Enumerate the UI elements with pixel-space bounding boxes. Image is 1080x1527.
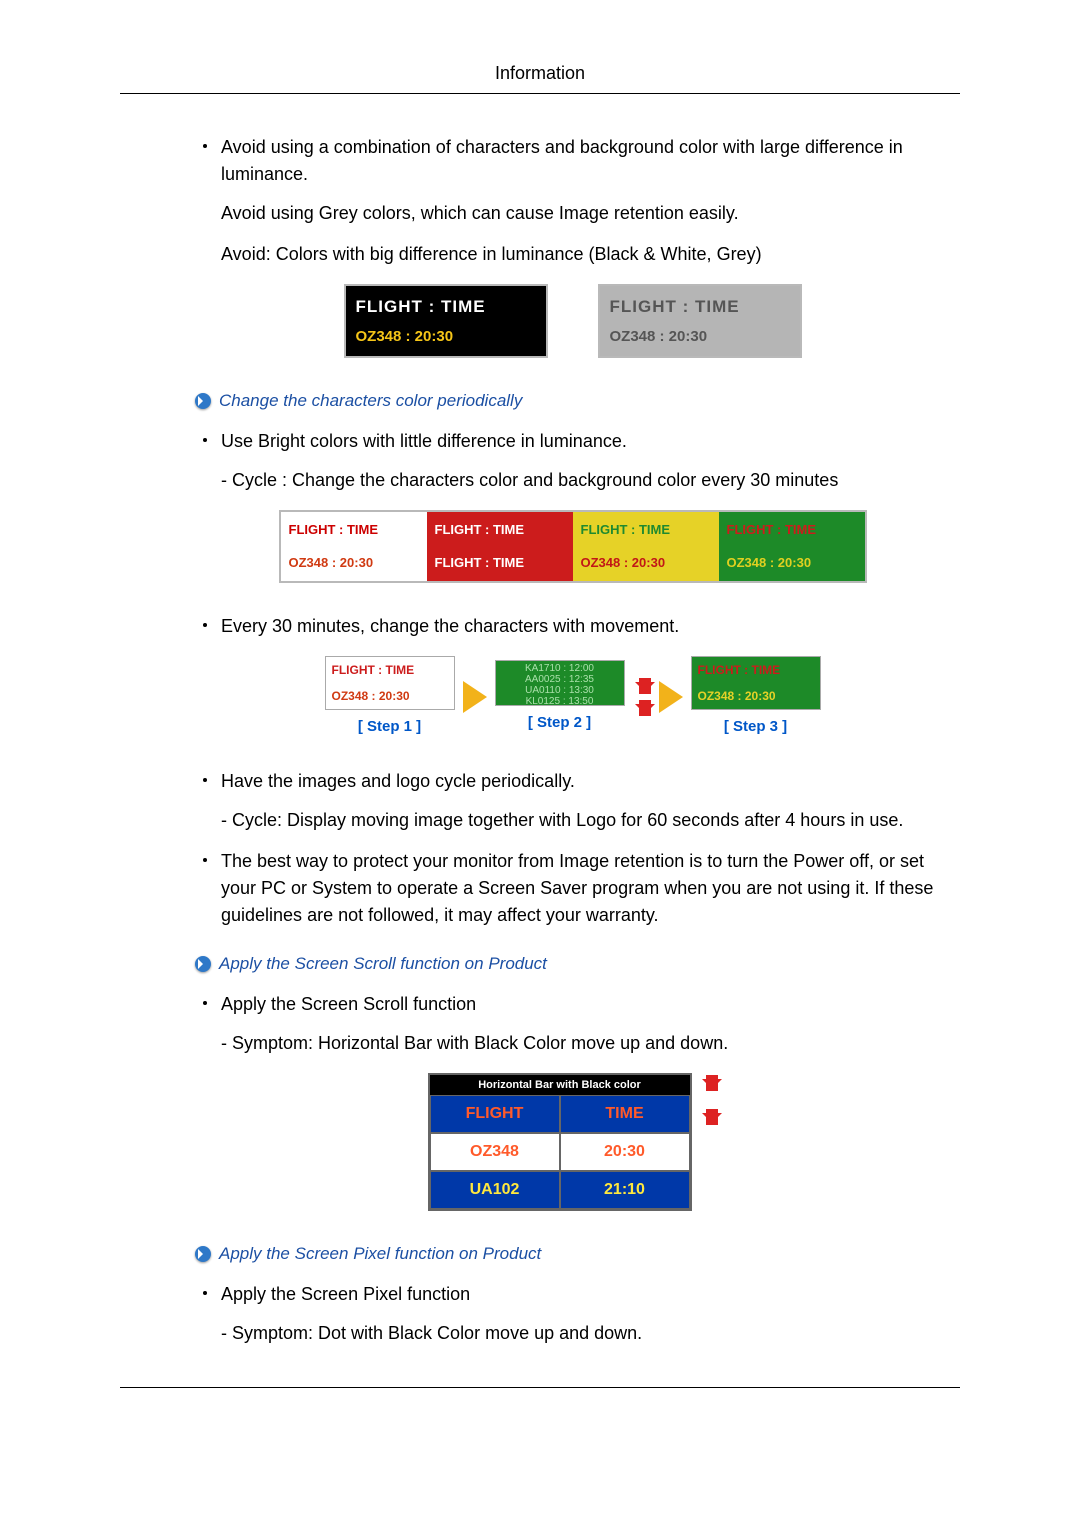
panel-dark-l2: OZ348 : 20:30	[356, 326, 536, 349]
heading-screen-scroll: Apply the Screen Scroll function on Prod…	[195, 951, 950, 977]
bullet-apply-pixel: Apply the Screen Pixel function	[195, 1281, 950, 1308]
bullet-icon	[203, 1001, 207, 1005]
arrow-icon	[195, 1246, 211, 1262]
step3: FLIGHT : TIME OZ348 : 20:30 [ Step 3 ]	[691, 656, 821, 739]
text: Use Bright colors with little difference…	[221, 428, 950, 455]
l2: OZ348 : 20:30	[289, 553, 419, 573]
table-caption: Horizontal Bar with Black color	[430, 1075, 690, 1096]
text: Apply the Screen Pixel function	[221, 1281, 950, 1308]
l1: FLIGHT : TIME	[581, 520, 711, 540]
text: Have the images and logo cycle periodica…	[221, 768, 950, 795]
cell: TIME	[560, 1095, 690, 1133]
cell: FLIGHT	[430, 1095, 560, 1133]
strip-white: FLIGHT : TIME OZ348 : 20:30	[281, 512, 427, 581]
panel-grey-l2: OZ348 : 20:30	[610, 326, 790, 349]
figure-panels: FLIGHT : TIME OZ348 : 20:30 FLIGHT : TIM…	[195, 284, 950, 358]
arrow-icon	[195, 393, 211, 409]
l2: OZ348 : 20:30	[727, 553, 857, 573]
heading-text: Change the characters color periodically	[219, 388, 522, 414]
arrow-icon	[195, 956, 211, 972]
text: The best way to protect your monitor fro…	[221, 848, 950, 929]
arrow-right-icon	[463, 681, 487, 713]
s1-l2: OZ348 : 20:30	[326, 683, 454, 709]
arrow-right-icon	[659, 681, 683, 713]
panel-dark-l1: FLIGHT : TIME	[356, 294, 536, 320]
panel-grey: FLIGHT : TIME OZ348 : 20:30	[598, 284, 802, 358]
s2-label: [ Step 2 ]	[495, 712, 625, 735]
content-body: Avoid using a combination of characters …	[195, 134, 950, 1347]
hbar-table: Horizontal Bar with Black color FLIGHT T…	[428, 1073, 692, 1212]
text: Every 30 minutes, change the characters …	[221, 613, 950, 640]
strip-green: FLIGHT : TIME OZ348 : 20:30	[719, 512, 865, 581]
para-cycle-30: - Cycle : Change the characters color an…	[221, 467, 950, 494]
bullet-apply-scroll: Apply the Screen Scroll function	[195, 991, 950, 1018]
bullet-bright-colors: Use Bright colors with little difference…	[195, 428, 950, 455]
l1: FLIGHT : TIME	[727, 520, 857, 540]
para-avoid-luminance: Avoid: Colors with big difference in lum…	[221, 241, 950, 268]
s3-l1: FLIGHT : TIME	[692, 657, 820, 683]
down-arrow-icon	[706, 1075, 718, 1091]
strip-yellow: FLIGHT : TIME OZ348 : 20:30	[573, 512, 719, 581]
down-arrow-icon	[706, 1109, 718, 1125]
figure-hbar-table: Horizontal Bar with Black color FLIGHT T…	[195, 1073, 950, 1212]
bullet-icon	[203, 144, 207, 148]
footer-divider	[120, 1387, 960, 1388]
step2: KA1710 : 12:00 AA0025 : 12:35 UA0110 : 1…	[495, 660, 625, 735]
bullet-icon	[203, 438, 207, 442]
heading-text: Apply the Screen Pixel function on Produ…	[219, 1241, 541, 1267]
bullet-icon	[203, 778, 207, 782]
para-avoid-grey: Avoid using Grey colors, which can cause…	[221, 200, 950, 227]
heading-text: Apply the Screen Scroll function on Prod…	[219, 951, 547, 977]
figure-four-strip: FLIGHT : TIME OZ348 : 20:30 FLIGHT : TIM…	[195, 510, 950, 583]
panel-grey-l1: FLIGHT : TIME	[610, 294, 790, 320]
bullet-icon	[203, 858, 207, 862]
s2-blob: KA1710 : 12:00 AA0025 : 12:35 UA0110 : 1…	[496, 661, 624, 705]
down-arrow-icon	[639, 678, 651, 694]
bullet-icon	[203, 1291, 207, 1295]
para-symptom-dot: - Symptom: Dot with Black Color move up …	[221, 1320, 950, 1347]
s1-label: [ Step 1 ]	[325, 716, 455, 739]
bullet-movement: Every 30 minutes, change the characters …	[195, 613, 950, 640]
l1: FLIGHT : TIME	[289, 520, 419, 540]
down-arrow-icon	[639, 700, 651, 716]
text: Avoid using a combination of characters …	[221, 134, 950, 188]
para-symptom-hbar: - Symptom: Horizontal Bar with Black Col…	[221, 1030, 950, 1057]
s1-l1: FLIGHT : TIME	[326, 657, 454, 683]
text: Apply the Screen Scroll function	[221, 991, 950, 1018]
bullet-best-way: The best way to protect your monitor fro…	[195, 848, 950, 929]
s3-l2: OZ348 : 20:30	[692, 683, 820, 709]
l2: OZ348 : 20:30	[581, 553, 711, 573]
cell: OZ348	[430, 1133, 560, 1171]
strip-red: FLIGHT : TIME FLIGHT : TIME	[427, 512, 573, 581]
bullet-logo-cycle: Have the images and logo cycle periodica…	[195, 768, 950, 795]
bullet-avoid-combo: Avoid using a combination of characters …	[195, 134, 950, 188]
bullet-icon	[203, 623, 207, 627]
l1: FLIGHT : TIME	[435, 520, 565, 540]
s3-label: [ Step 3 ]	[691, 716, 821, 739]
step1: FLIGHT : TIME OZ348 : 20:30 [ Step 1 ]	[325, 656, 455, 739]
cell: 21:10	[560, 1171, 690, 1209]
heading-color-change: Change the characters color periodically	[195, 388, 950, 414]
para-cycle-logo: - Cycle: Display moving image together w…	[221, 807, 950, 834]
cell: UA102	[430, 1171, 560, 1209]
l2: FLIGHT : TIME	[435, 553, 565, 573]
page-title: Information	[120, 60, 960, 94]
figure-steps: FLIGHT : TIME OZ348 : 20:30 [ Step 1 ] K…	[195, 656, 950, 739]
cell: 20:30	[560, 1133, 690, 1171]
panel-dark: FLIGHT : TIME OZ348 : 20:30	[344, 284, 548, 358]
heading-screen-pixel: Apply the Screen Pixel function on Produ…	[195, 1241, 950, 1267]
